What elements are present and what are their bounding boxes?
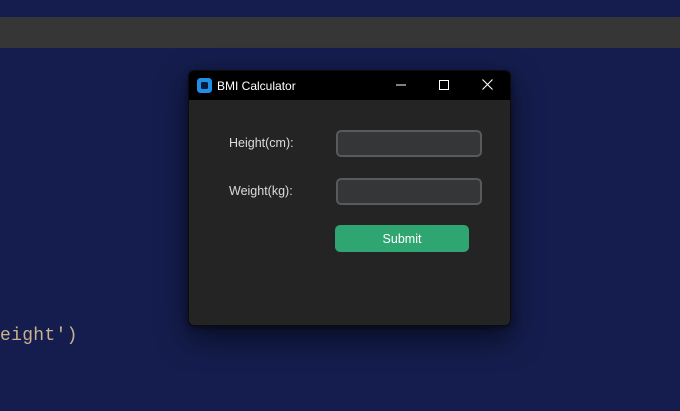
close-icon	[481, 77, 493, 95]
background-code-text: eight')	[0, 326, 78, 346]
desktop: eight') BMI Calculator Height(cm): Weigh…	[0, 0, 680, 411]
submit-button[interactable]: Submit	[335, 225, 469, 252]
bmi-calculator-window: BMI Calculator Height(cm): Weight(kg): S	[188, 70, 511, 326]
minimize-button[interactable]	[379, 71, 423, 100]
maximize-button[interactable]	[422, 71, 466, 100]
maximize-icon	[439, 77, 449, 95]
close-button[interactable]	[465, 71, 509, 100]
weight-label: Weight(kg):	[229, 184, 293, 198]
minimize-icon	[396, 77, 406, 95]
background-editor-bar	[0, 17, 680, 48]
title-bar[interactable]: BMI Calculator	[189, 71, 510, 100]
height-input[interactable]	[336, 130, 482, 157]
height-label: Height(cm):	[229, 136, 294, 150]
window-title: BMI Calculator	[217, 79, 296, 93]
app-icon	[197, 78, 212, 93]
weight-input[interactable]	[336, 178, 482, 205]
